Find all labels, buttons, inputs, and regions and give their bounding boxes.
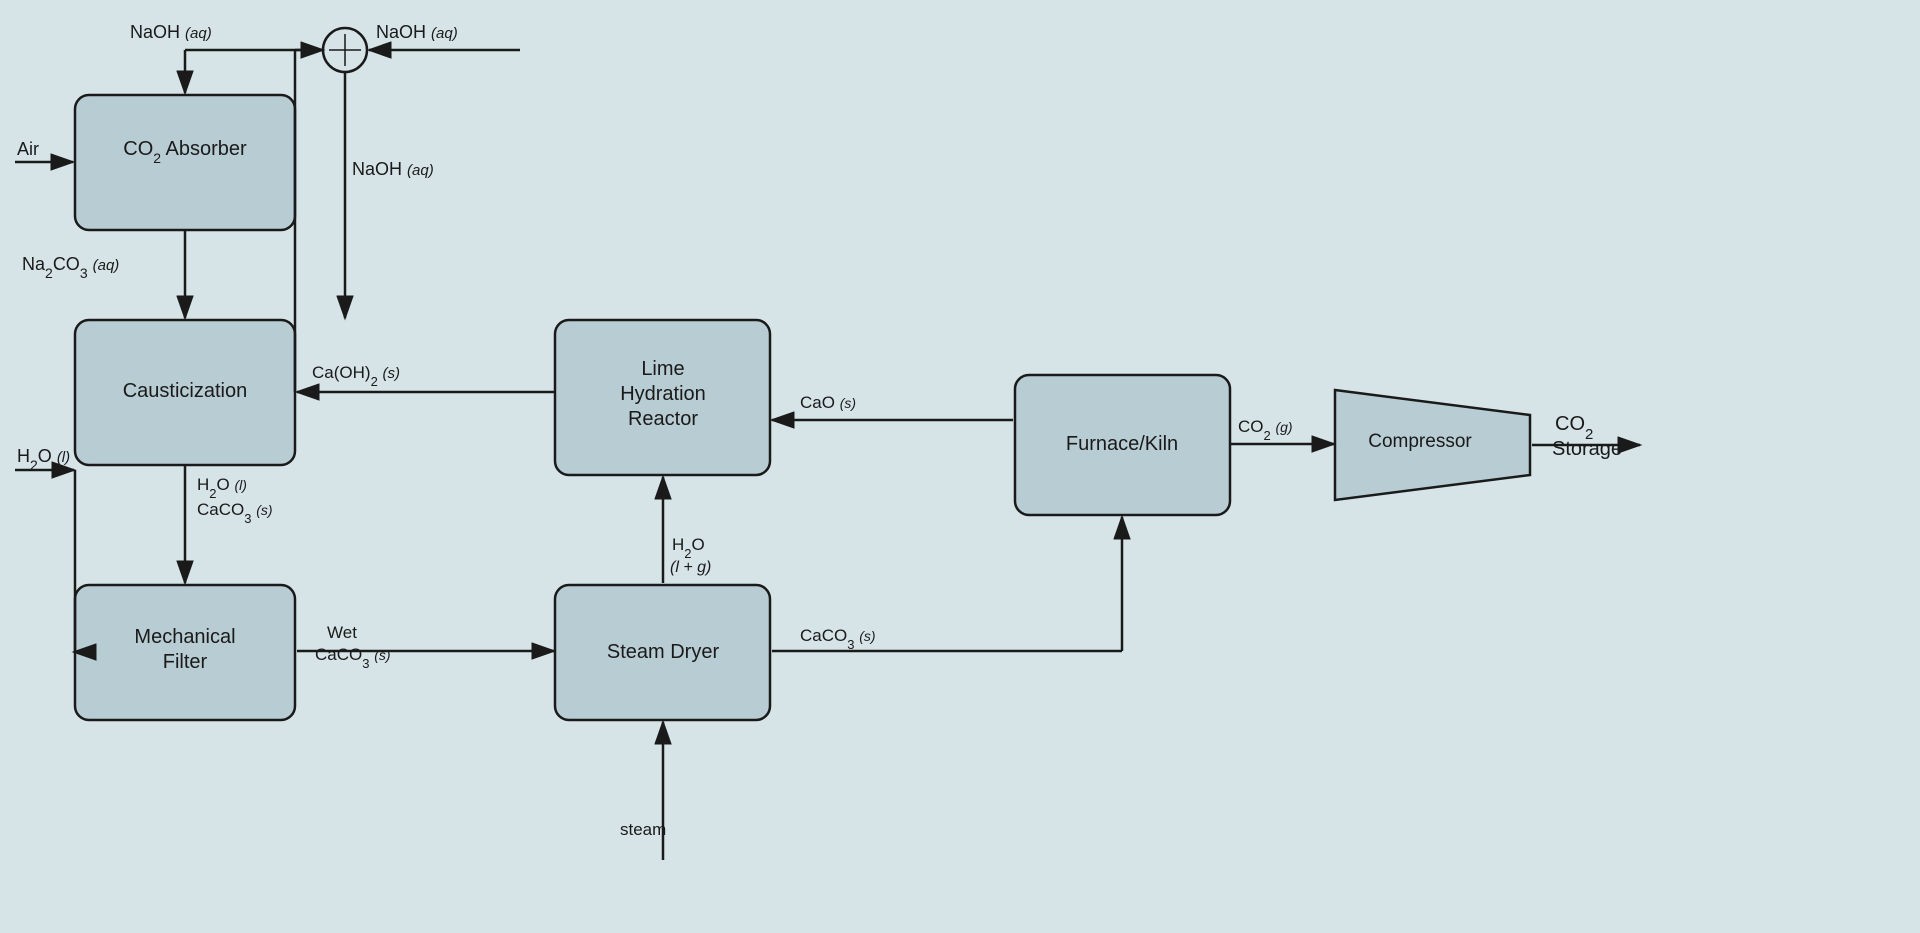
caoh2-label: Ca(OH)2 (s)	[312, 363, 400, 389]
caco3-s-label: CaCO3 (s)	[197, 500, 273, 526]
steam-dryer-label: Steam Dryer	[607, 641, 720, 663]
steam-label: steam	[620, 820, 666, 839]
lime-hydration-label3: Reactor	[628, 408, 698, 430]
cao-label: CaO (s)	[800, 393, 856, 412]
wet-caco3-label: CaCO3 (s)	[315, 645, 391, 671]
mechanical-filter-label: Mechanical	[134, 626, 235, 648]
naoh-tr-label: NaOH (aq)	[376, 22, 458, 42]
co2-g-label: CO2 (g)	[1238, 417, 1293, 443]
h2o-l-label: H2O (l)	[197, 475, 247, 501]
caco3-furnace-label: CaCO3 (s)	[800, 626, 876, 652]
naoh-aq-side-label: NaOH (aq)	[352, 159, 434, 179]
h2o-lg-label2: (l + g)	[670, 559, 711, 576]
co2-storage-label2: Storage	[1552, 438, 1622, 460]
diagram-container: CO2 Absorber Causticization Mechanical F…	[0, 0, 1920, 933]
mechanical-filter-label2: Filter	[163, 651, 208, 673]
co2-absorber-box	[75, 95, 295, 230]
na2co3-label: Na2CO3 (aq)	[22, 254, 119, 281]
naoh-tl-label: NaOH (aq)	[130, 22, 212, 42]
h2o-lg-label: H2O	[672, 535, 705, 561]
wet-label: Wet	[327, 623, 357, 642]
causticization-label: Causticization	[123, 380, 248, 402]
air-label: Air	[17, 139, 39, 159]
lime-hydration-label2: Hydration	[620, 383, 706, 405]
lime-hydration-label1: Lime	[641, 358, 684, 380]
compressor-label: Compressor	[1368, 431, 1472, 452]
furnace-kiln-label: Furnace/Kiln	[1066, 433, 1178, 455]
